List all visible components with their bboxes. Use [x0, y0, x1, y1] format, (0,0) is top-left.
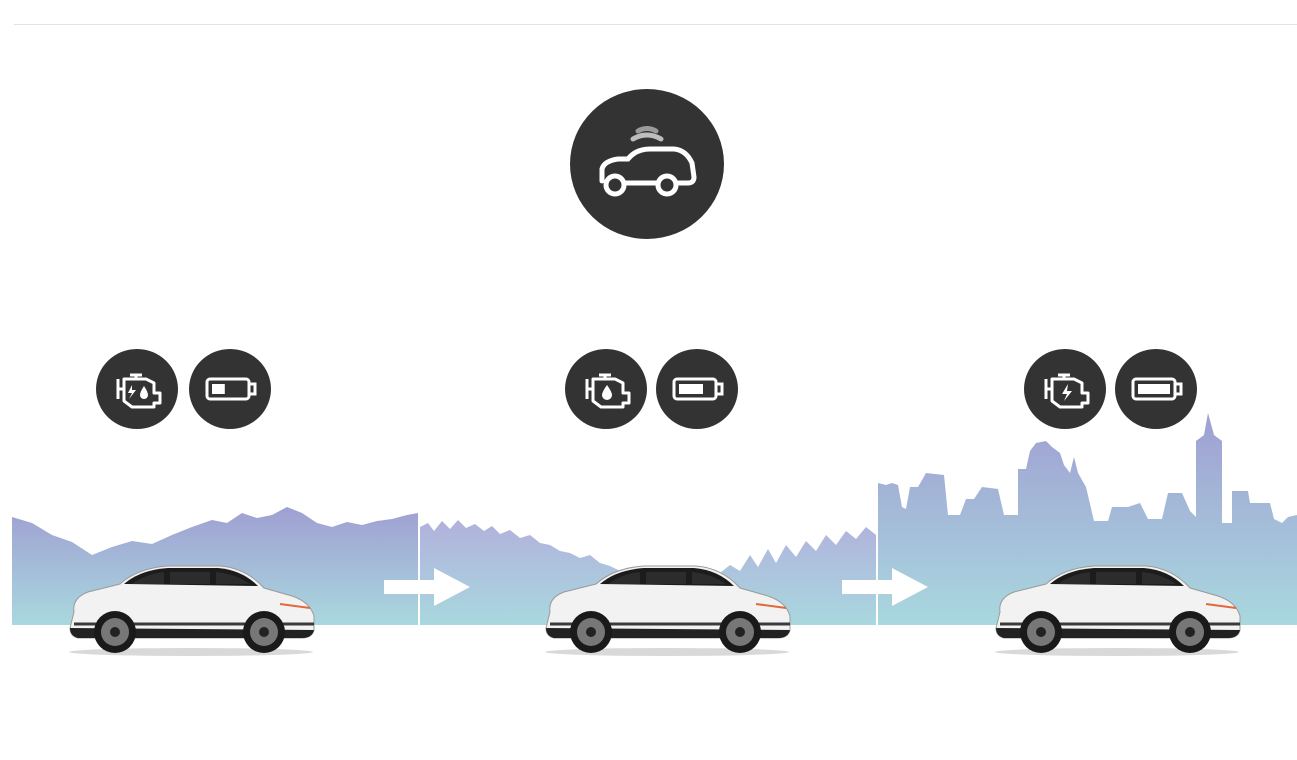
engine-electric-icon [1044, 373, 1090, 409]
top-divider [14, 24, 1297, 25]
connected-car-icon [599, 126, 697, 197]
engine-badge [565, 349, 647, 429]
transition-arrow [384, 568, 470, 606]
engine-electric-fuel-icon [116, 373, 162, 409]
battery-badge [1115, 349, 1197, 429]
battery-badge [189, 349, 271, 429]
battery-badge [656, 349, 738, 429]
connected-car-badge [570, 89, 724, 239]
car-illustration [536, 558, 798, 658]
battery-icon [205, 377, 257, 401]
engine-badge [96, 349, 178, 429]
engine-badge [1024, 349, 1106, 429]
car-illustration [986, 558, 1248, 658]
engine-fuel-icon [585, 373, 631, 409]
transition-arrow [842, 568, 928, 606]
battery-icon [672, 377, 724, 401]
battery-icon [1131, 377, 1183, 401]
car-illustration [60, 558, 322, 658]
